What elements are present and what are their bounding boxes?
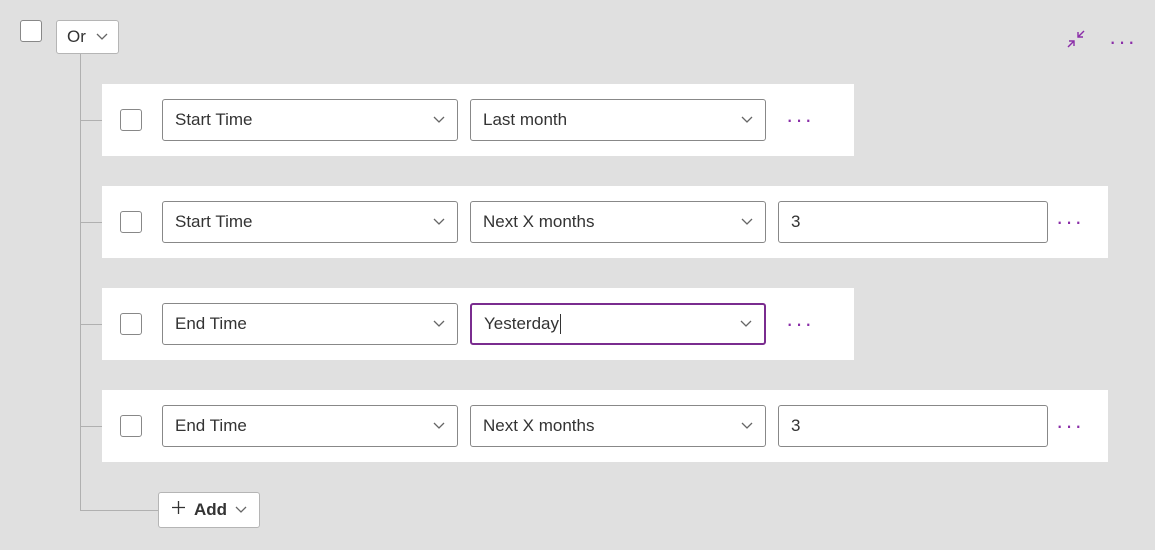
- operator-label: Last month: [483, 110, 567, 130]
- group-more-icon[interactable]: ···: [1109, 31, 1137, 53]
- field-dropdown[interactable]: End Time: [162, 405, 458, 447]
- operator-label: Next X months: [483, 212, 595, 232]
- field-label: End Time: [175, 416, 247, 436]
- row-more-icon[interactable]: ···: [1056, 415, 1084, 437]
- field-label: Start Time: [175, 110, 252, 130]
- group-operator-dropdown[interactable]: Or: [56, 20, 119, 54]
- condition-row: End Time Next X months 3 ···: [102, 390, 1108, 462]
- field-label: Start Time: [175, 212, 252, 232]
- value-text: 3: [791, 416, 800, 436]
- chevron-down-icon: [96, 31, 108, 43]
- plus-icon: [171, 500, 186, 520]
- row-checkbox[interactable]: [120, 109, 142, 131]
- condition-row: End Time Yesterday ···: [102, 288, 854, 360]
- group-operator-label: Or: [67, 27, 86, 47]
- field-dropdown[interactable]: Start Time: [162, 201, 458, 243]
- add-label: Add: [194, 500, 227, 520]
- condition-row: Start Time Next X months 3 ···: [102, 186, 1108, 258]
- row-checkbox[interactable]: [120, 211, 142, 233]
- value-input[interactable]: 3: [778, 201, 1048, 243]
- field-label: End Time: [175, 314, 247, 334]
- operator-label: Yesterday: [484, 314, 561, 335]
- chevron-down-icon: [741, 216, 753, 228]
- collapse-icon[interactable]: [1067, 30, 1085, 53]
- row-more-icon[interactable]: ···: [786, 313, 814, 335]
- chevron-down-icon: [433, 420, 445, 432]
- chevron-down-icon: [740, 318, 752, 330]
- operator-dropdown[interactable]: Yesterday: [470, 303, 766, 345]
- row-checkbox[interactable]: [120, 313, 142, 335]
- operator-dropdown[interactable]: Next X months: [470, 405, 766, 447]
- row-checkbox[interactable]: [120, 415, 142, 437]
- chevron-down-icon: [741, 114, 753, 126]
- row-more-icon[interactable]: ···: [786, 109, 814, 131]
- operator-dropdown[interactable]: Next X months: [470, 201, 766, 243]
- condition-row: Start Time Last month ···: [102, 84, 854, 156]
- chevron-down-icon: [741, 420, 753, 432]
- add-button[interactable]: Add: [158, 492, 260, 528]
- field-dropdown[interactable]: End Time: [162, 303, 458, 345]
- operator-dropdown[interactable]: Last month: [470, 99, 766, 141]
- group-checkbox[interactable]: [20, 20, 42, 42]
- chevron-down-icon: [433, 216, 445, 228]
- chevron-down-icon: [235, 504, 247, 516]
- row-more-icon[interactable]: ···: [1056, 211, 1084, 233]
- chevron-down-icon: [433, 318, 445, 330]
- chevron-down-icon: [433, 114, 445, 126]
- value-text: 3: [791, 212, 800, 232]
- field-dropdown[interactable]: Start Time: [162, 99, 458, 141]
- value-input[interactable]: 3: [778, 405, 1048, 447]
- condition-tree: Start Time Last month ··· Start Time: [102, 84, 1135, 528]
- operator-label: Next X months: [483, 416, 595, 436]
